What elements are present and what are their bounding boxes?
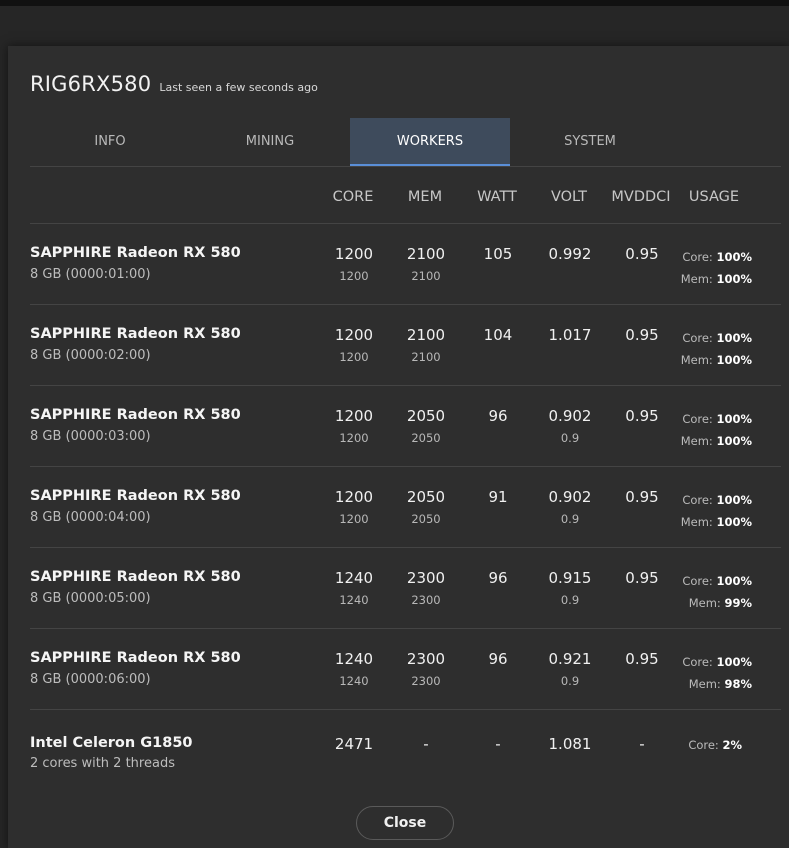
tab-workers[interactable]: WORKERS: [350, 118, 510, 166]
last-seen-status: Last seen a few seconds ago: [159, 81, 318, 94]
mem-clock: 2050: [406, 488, 446, 506]
tab-info[interactable]: INFO: [30, 118, 190, 166]
device-bus: 8 GB (0000:02:00): [30, 348, 151, 363]
column-header-volt: VOLT: [550, 189, 588, 205]
mem-clock: 2100: [406, 326, 446, 344]
volt-value: 0.902: [548, 407, 592, 425]
cpu-mem: -: [423, 735, 429, 753]
device-bus: 8 GB (0000:06:00): [30, 672, 151, 687]
usage-mem: Mem: 100%: [680, 272, 752, 286]
core-clock-set: 1240: [339, 593, 369, 607]
table-row: SAPPHIRE Radeon RX 580 8 GB (0000:05:00)…: [8, 547, 789, 628]
usage-core: Core: 100%: [682, 412, 752, 426]
volt-set: 0.9: [560, 431, 580, 445]
usage-mem: Mem: 98%: [688, 677, 752, 691]
cpu-volt: 1.081: [548, 735, 592, 753]
mem-clock: 2100: [406, 245, 446, 263]
volt-value: 0.915: [548, 569, 592, 587]
watt-value: 96: [488, 650, 508, 668]
usage-core: Core: 100%: [682, 655, 752, 669]
device-name: SAPPHIRE Radeon RX 580: [30, 407, 241, 423]
column-header-usage: USAGE: [688, 189, 740, 205]
mem-clock: 2300: [406, 650, 446, 668]
device-name: SAPPHIRE Radeon RX 580: [30, 245, 241, 261]
device-name: SAPPHIRE Radeon RX 580: [30, 326, 241, 342]
volt-value: 0.902: [548, 488, 592, 506]
mem-clock: 2300: [406, 569, 446, 587]
watt-value: 105: [483, 245, 513, 263]
device-bus: 8 GB (0000:03:00): [30, 429, 151, 444]
mem-clock-set: 2300: [411, 593, 441, 607]
table-row: SAPPHIRE Radeon RX 580 8 GB (0000:04:00)…: [8, 466, 789, 547]
volt-set: 0.9: [560, 674, 580, 688]
mem-clock-set: 2300: [411, 674, 441, 688]
usage-core: Core: 100%: [682, 250, 752, 264]
core-clock: 1200: [334, 326, 374, 344]
core-clock-set: 1200: [339, 431, 369, 445]
table-row: SAPPHIRE Radeon RX 580 8 GB (0000:02:00)…: [8, 304, 789, 385]
mem-clock-set: 2100: [411, 350, 441, 364]
usage-mem: Mem: 100%: [680, 353, 752, 367]
watt-value: 96: [488, 569, 508, 587]
usage-mem: Mem: 100%: [680, 434, 752, 448]
usage-core: Core: 100%: [682, 331, 752, 345]
modal-title: RIG6RX580 Last seen a few seconds ago: [30, 72, 318, 96]
core-clock: 1240: [334, 650, 374, 668]
table-row: SAPPHIRE Radeon RX 580 8 GB (0000:03:00)…: [8, 385, 789, 466]
volt-set: 0.9: [560, 512, 580, 526]
core-clock-set: 1200: [339, 350, 369, 364]
watt-value: 91: [488, 488, 508, 506]
tab-system[interactable]: SYSTEM: [510, 118, 670, 166]
mem-clock-set: 2050: [411, 512, 441, 526]
cpu-usage-core: Core: 2%: [688, 738, 742, 752]
core-clock-set: 1200: [339, 269, 369, 283]
close-button[interactable]: Close: [356, 806, 454, 840]
volt-value: 0.921: [548, 650, 592, 668]
usage-mem: Mem: 100%: [680, 515, 752, 529]
table-row: SAPPHIRE Radeon RX 580 8 GB (0000:01:00)…: [8, 223, 789, 304]
column-header-watt: WATT: [477, 189, 517, 205]
core-clock-set: 1200: [339, 512, 369, 526]
core-clock-set: 1240: [339, 674, 369, 688]
tab-mining[interactable]: MINING: [190, 118, 350, 166]
cpu-clock: 2471: [334, 735, 374, 753]
device-name: SAPPHIRE Radeon RX 580: [30, 650, 241, 666]
tab-bar: INFO MINING WORKERS SYSTEM: [30, 118, 781, 167]
usage-core: Core: 100%: [682, 574, 752, 588]
worker-details-modal: RIG6RX580 Last seen a few seconds ago IN…: [8, 46, 789, 848]
mem-clock: 2050: [406, 407, 446, 425]
core-clock: 1200: [334, 407, 374, 425]
column-header-mem: MEM: [407, 189, 443, 205]
core-clock: 1200: [334, 245, 374, 263]
cpu-watt: -: [495, 735, 501, 753]
device-bus: 8 GB (0000:05:00): [30, 591, 151, 606]
device-name: SAPPHIRE Radeon RX 580: [30, 569, 241, 585]
volt-value: 1.017: [548, 326, 592, 344]
device-bus: 8 GB (0000:04:00): [30, 510, 151, 525]
device-bus: 8 GB (0000:01:00): [30, 267, 151, 282]
volt-value: 0.992: [548, 245, 592, 263]
watt-value: 104: [483, 326, 513, 344]
table-row: SAPPHIRE Radeon RX 580 8 GB (0000:06:00)…: [8, 628, 789, 709]
column-header-core: CORE: [332, 189, 374, 205]
core-clock: 1240: [334, 569, 374, 587]
device-name: SAPPHIRE Radeon RX 580: [30, 488, 241, 504]
column-header-mvddci: MVDDCI: [611, 189, 671, 205]
mem-clock-set: 2100: [411, 269, 441, 283]
volt-set: 0.9: [560, 593, 580, 607]
usage-core: Core: 100%: [682, 493, 752, 507]
cpu-cores: 2 cores with 2 threads: [30, 756, 175, 771]
usage-mem: Mem: 99%: [688, 596, 752, 610]
cpu-row: Intel Celeron G1850 2 cores with 2 threa…: [8, 709, 789, 789]
core-clock: 1200: [334, 488, 374, 506]
cpu-name: Intel Celeron G1850: [30, 735, 193, 751]
mem-clock-set: 2050: [411, 431, 441, 445]
rig-name: RIG6RX580: [30, 72, 152, 96]
watt-value: 96: [488, 407, 508, 425]
